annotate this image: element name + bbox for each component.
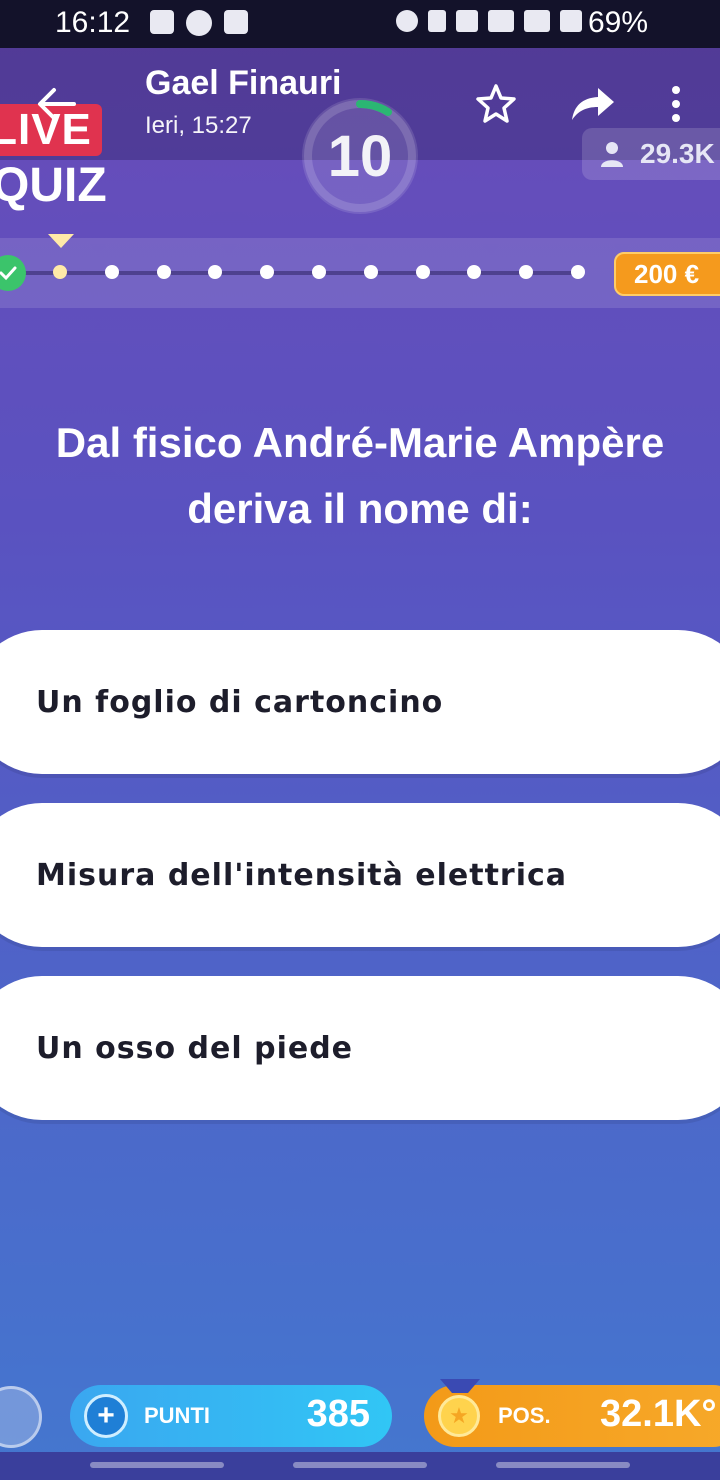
progress-step [53,265,67,279]
position-value: 32.1K° [600,1393,717,1435]
viewers-badge: 29.3K [582,128,720,180]
battery-level: 69% [588,6,649,39]
answer-option-3[interactable]: Un osso del piede [0,976,720,1120]
nav-back-button[interactable] [496,1462,630,1468]
medal-icon: ★ [438,1395,480,1437]
extra-life-icon[interactable] [0,1386,42,1448]
nav-home-button[interactable] [293,1462,427,1468]
answer-option-1[interactable]: Un foglio di cartoncino [0,630,720,774]
alarm-icon [396,10,418,32]
answer-label: Un osso del piede [36,1030,354,1066]
points-badge[interactable]: + PUNTI 385 [70,1385,392,1447]
notification-icons [150,10,248,36]
position-badge[interactable]: ★ POS. 32.1K° [424,1379,720,1447]
volte-icon [488,10,514,32]
progress-step [312,265,326,279]
timer-value: 10 [327,123,393,189]
status-bar: 16:12 69% [0,0,720,48]
viewers-count: 29.3K [640,138,715,169]
position-label: POS. [498,1403,551,1428]
app-icon [186,10,212,36]
mute-icon [456,10,478,32]
plus-icon: + [84,1394,128,1438]
progress-step [104,265,119,279]
page-subtitle: Ieri, 15:27 [145,112,252,139]
points-label: PUNTI [144,1403,210,1428]
progress-step [363,265,378,279]
answer-option-2[interactable]: Misura dell'intensità elettrica [0,803,720,947]
prize-badge: 200 € [614,252,720,296]
system-icons [396,10,582,32]
points-value: 385 [306,1393,370,1435]
medal-ribbon-icon [440,1379,480,1393]
share-icon[interactable] [568,82,616,126]
current-step-marker [48,234,74,248]
star-icon[interactable] [474,82,518,126]
answer-label: Un foglio di cartoncino [36,684,444,720]
answer-label: Misura dell'intensità elettrica [36,857,568,893]
user-icon [601,142,623,167]
check-icon [224,10,248,34]
back-arrow-icon[interactable] [34,82,78,126]
progress-step [415,265,430,279]
4g-icon [524,10,550,32]
news-icon [150,10,174,34]
quiz-label: QUIZ [0,159,107,212]
status-time: 16:12 [55,6,131,39]
question-text: Dal fisico André-Marie Ampère deriva il … [0,410,720,542]
progress-step [571,265,585,279]
bluetooth-icon [428,10,446,32]
question-line: Dal fisico André-Marie Ampère deriva il … [55,419,665,532]
more-vert-icon[interactable] [664,82,688,126]
countdown-timer: 10 [302,98,418,214]
nav-recents-button[interactable] [90,1462,224,1468]
signal-icon [560,10,582,32]
progress-step [156,265,171,279]
